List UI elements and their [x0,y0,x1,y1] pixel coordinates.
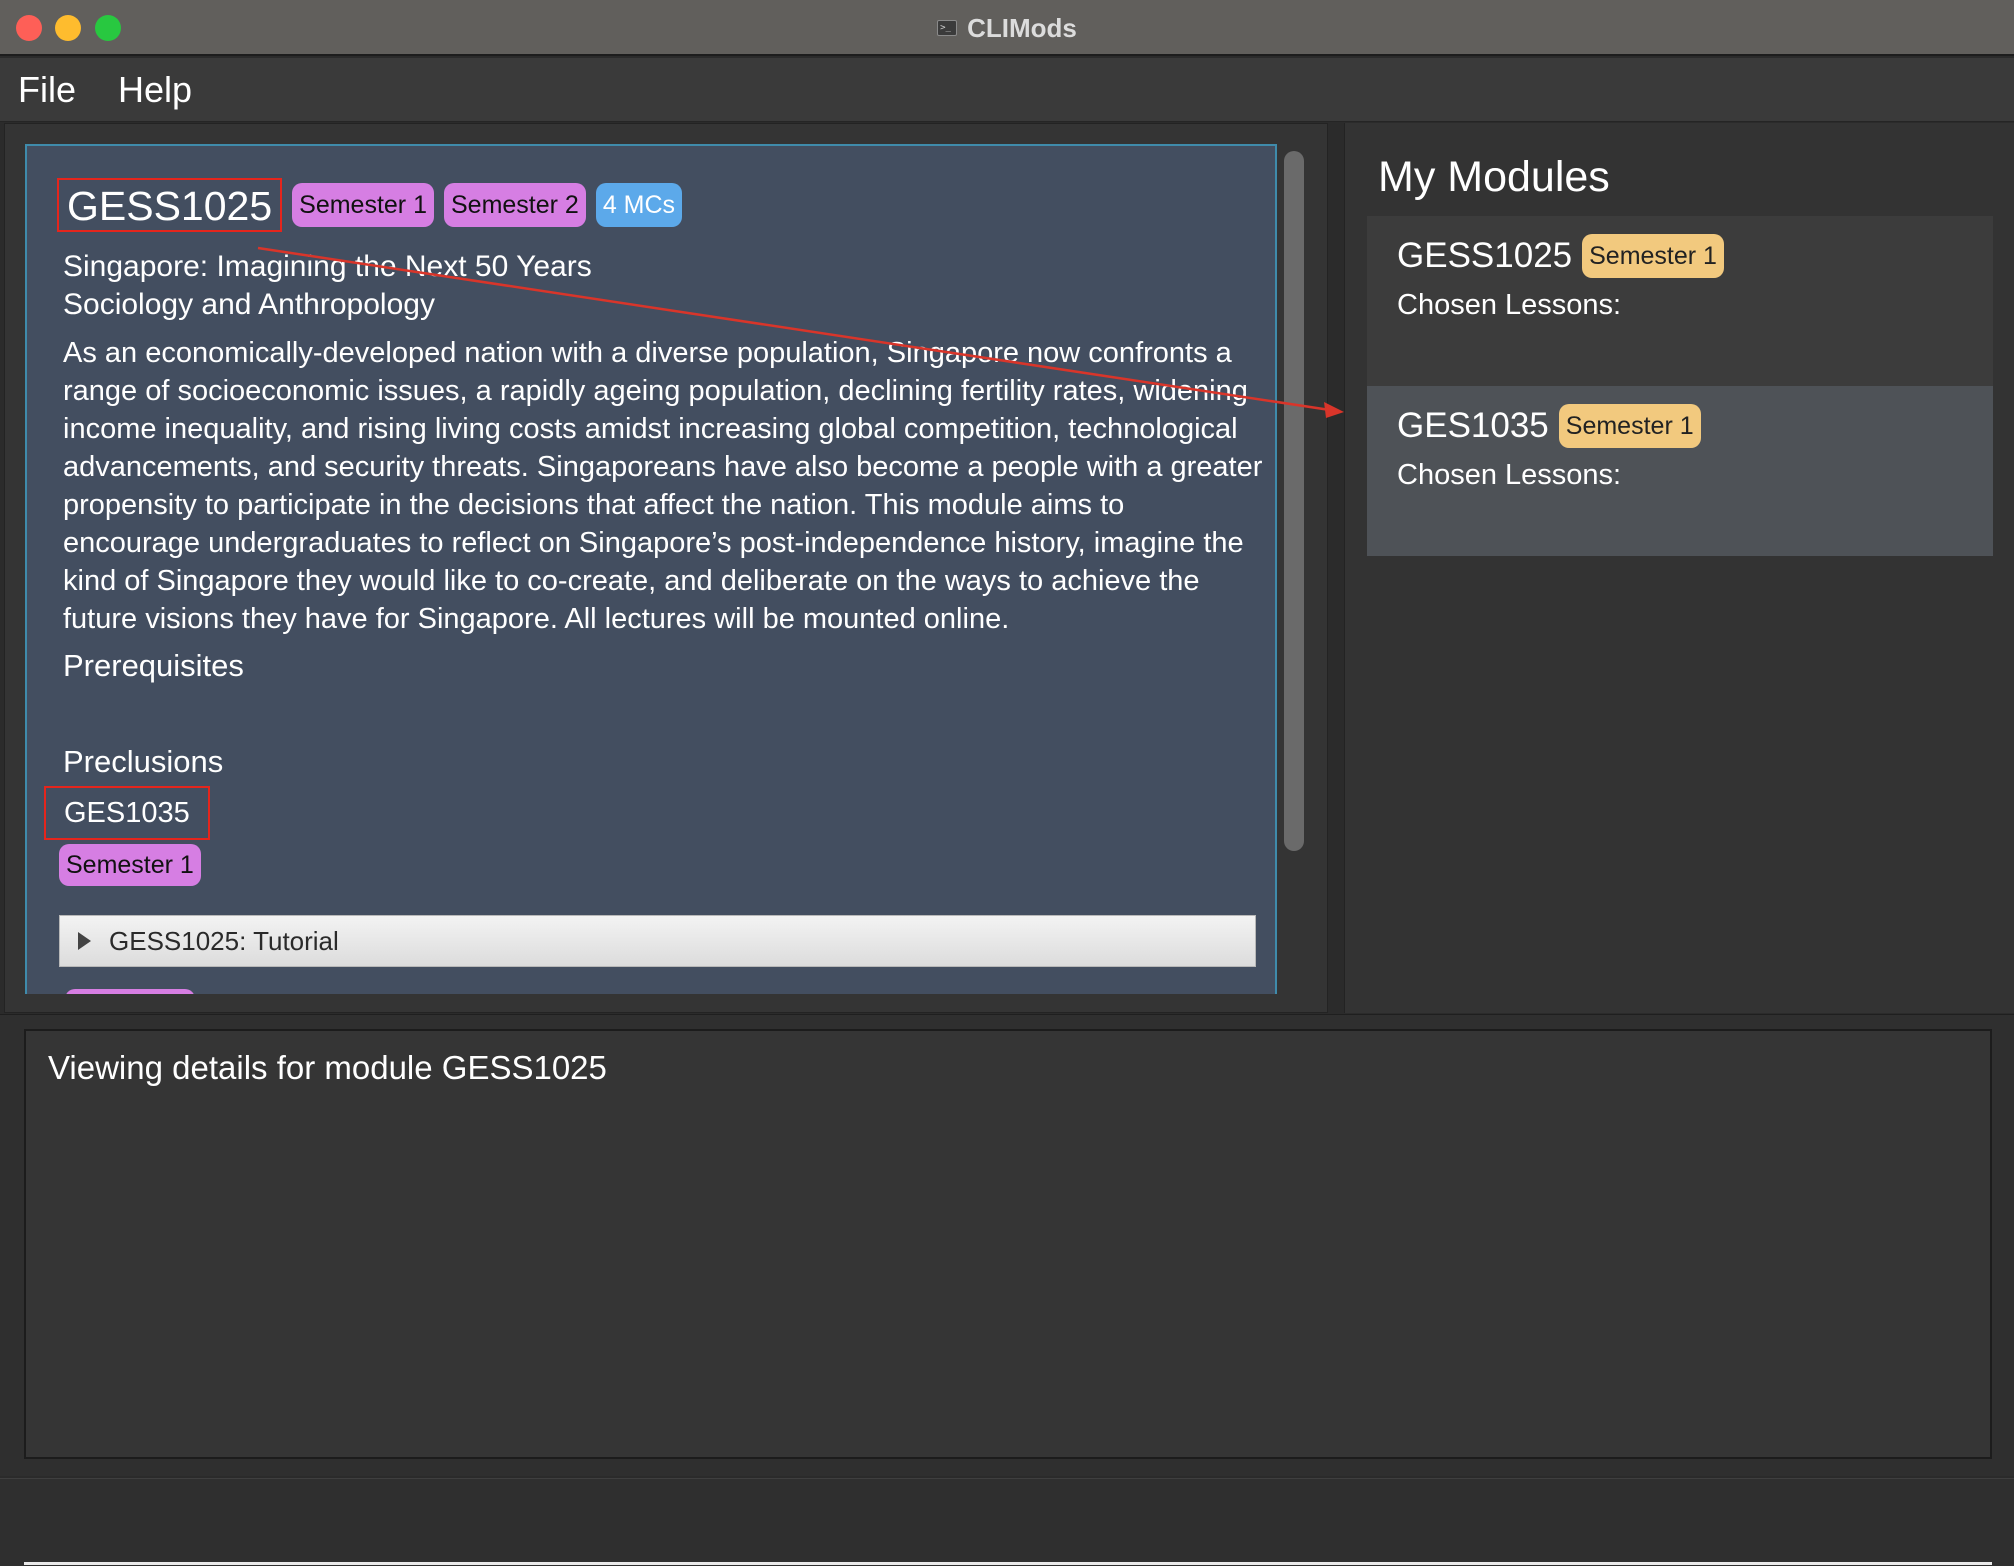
preclusion-semester-tag: Semester 1 [59,844,201,886]
window-title: CLIMods [967,12,1077,43]
my-module-card-selected[interactable]: GES1035 Semester 1 Chosen Lessons: [1367,386,1993,556]
module-department: Sociology and Anthropology [63,288,435,321]
my-module-code: GES1035 [1397,406,1549,445]
semester-tag: Semester 2 [443,183,586,227]
module-description: As an economically-developed nation with… [63,337,1263,635]
my-module-header: GES1035 Semester 1 [1397,404,1701,448]
my-modules-panel: My Modules GESS1025 Semester 1 Chosen Le… [1344,123,2014,1013]
command-box-area [0,1478,2014,1566]
lesson-group-label: GESS1025: Tutorial [109,925,339,956]
chosen-lessons-label: Chosen Lessons: [1397,459,1622,491]
preclusions-heading: Preclusions [63,744,224,779]
command-input[interactable] [24,1519,1992,1565]
preclusion-semester-wrap: Semester 1 [59,844,201,886]
result-message: Viewing details for module GESS1025 [48,1049,607,1086]
my-module-card[interactable]: GESS1025 Semester 1 Chosen Lessons: [1367,216,1993,386]
semester-tag: Semester 1 [292,183,434,227]
terminal-icon: >_ [937,20,958,36]
chosen-lessons-label: Chosen Lessons: [1397,289,1622,321]
my-module-code: GESS1025 [1397,236,1573,275]
title-bar: >_ CLIMods [0,0,2014,56]
my-module-semester-tag: Semester 1 [1582,234,1724,278]
module-title: Singapore: Imagining the Next 50 Years [63,250,592,283]
partially-visible-tag [65,989,195,994]
mc-tag: 4 MCs [595,183,683,227]
my-module-semester-tag: Semester 1 [1558,404,1701,448]
menu-file[interactable]: File [0,69,92,111]
menu-help[interactable]: Help [92,69,208,111]
my-modules-heading: My Modules [1378,153,1610,201]
detail-scrollbar[interactable] [1284,151,1304,851]
module-detail-panel: GESS1025 Semester 1 Semester 2 4 MCs Sin… [4,123,1328,1013]
module-header: GESS1025 Semester 1 Semester 2 4 MCs [57,178,683,232]
result-display[interactable]: Viewing details for module GESS1025 [24,1029,1992,1459]
menu-bar: File Help [0,58,2014,122]
result-display-area: Viewing details for module GESS1025 [0,1014,2014,1476]
expand-triangle-icon [78,932,91,950]
my-module-header: GESS1025 Semester 1 [1397,234,1724,278]
module-code: GESS1025 [57,178,283,232]
preclusion-module-code: GES1035 [44,786,210,840]
module-detail-card: GESS1025 Semester 1 Semester 2 4 MCs Sin… [25,144,1277,994]
lesson-group-accordion[interactable]: GESS1025: Tutorial [59,915,1256,967]
prerequisites-heading: Prerequisites [63,648,244,683]
